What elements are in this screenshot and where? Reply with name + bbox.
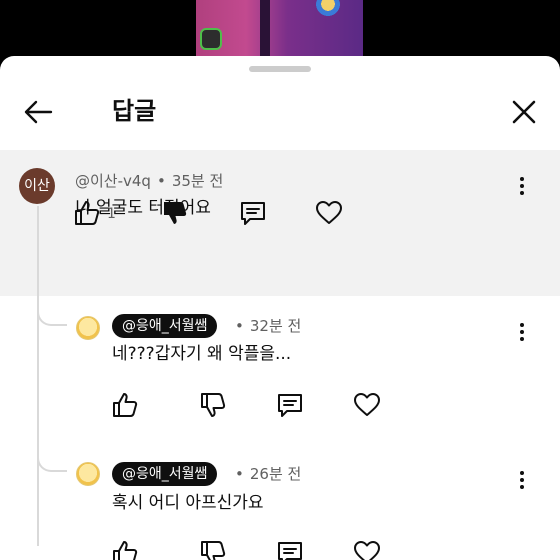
thumbs-down-icon xyxy=(201,393,226,417)
thread-line xyxy=(37,206,39,546)
more-options-button[interactable] xyxy=(510,468,534,492)
page-title: 답글 xyxy=(112,97,157,125)
like-button[interactable] xyxy=(72,198,102,228)
comment-time[interactable]: 35분 전 xyxy=(172,172,223,190)
comment-meta: • 26분 전 xyxy=(235,465,302,483)
comment-meta: @이산-v4q • 35분 전 xyxy=(75,172,224,190)
more-options-button[interactable] xyxy=(510,320,534,344)
thumbs-up-icon xyxy=(75,201,100,225)
comment-time[interactable]: 32분 전 xyxy=(250,317,301,335)
reply-button[interactable] xyxy=(275,390,305,420)
more-vertical-icon xyxy=(520,177,524,195)
creator-author-badge[interactable]: @응애_서월쌤 xyxy=(112,462,218,486)
thumbs-down-filled-icon xyxy=(164,202,187,224)
close-button[interactable] xyxy=(504,92,544,132)
drag-handle[interactable] xyxy=(249,66,311,72)
thumbs-down-icon xyxy=(201,541,226,560)
comment-icon xyxy=(278,542,302,560)
thumbs-up-icon xyxy=(113,541,138,560)
avatar[interactable]: 이산 xyxy=(19,168,55,204)
arrow-left-icon xyxy=(24,100,53,124)
more-vertical-icon xyxy=(520,323,524,341)
game-character-icon xyxy=(316,0,340,16)
comment-time[interactable]: 26분 전 xyxy=(250,465,301,483)
comment-icon xyxy=(241,202,265,225)
more-vertical-icon xyxy=(520,471,524,489)
thread-connector xyxy=(37,308,67,326)
replies-sheet: 답글 이산 @이산-v4q • 35분 전 니 얼굴도 터졌어요 1 @응애_서… xyxy=(0,56,560,560)
comment-text: 혹시 어디 아프신가요 xyxy=(112,493,264,513)
more-options-button[interactable] xyxy=(510,174,534,198)
creator-avatar xyxy=(200,28,222,50)
author-name[interactable]: @이산-v4q xyxy=(75,172,151,190)
comment-text: 네???갑자기 왜 악플을... xyxy=(112,344,292,364)
heart-button[interactable] xyxy=(352,538,382,560)
dislike-button[interactable] xyxy=(198,390,228,420)
like-button[interactable] xyxy=(110,538,140,560)
dislike-button[interactable] xyxy=(160,198,190,228)
comment-icon xyxy=(278,394,302,417)
like-count: 1 xyxy=(107,206,116,222)
sheet-header: 답글 xyxy=(0,80,560,140)
dislike-button[interactable] xyxy=(198,538,228,560)
back-button[interactable] xyxy=(18,92,58,132)
close-icon xyxy=(512,100,536,124)
comment-meta: • 32분 전 xyxy=(235,317,302,335)
video-background xyxy=(0,0,560,62)
creator-author-badge[interactable]: @응애_서월쌤 xyxy=(112,314,218,338)
reply-button[interactable] xyxy=(238,198,268,228)
thread-connector xyxy=(37,454,67,472)
like-button[interactable] xyxy=(110,390,140,420)
heart-button[interactable] xyxy=(352,390,382,420)
thumbs-up-icon xyxy=(113,393,138,417)
heart-icon xyxy=(316,201,342,224)
avatar[interactable] xyxy=(76,316,100,340)
reply-button[interactable] xyxy=(275,538,305,560)
heart-icon xyxy=(354,393,380,416)
heart-icon xyxy=(354,541,380,560)
parent-comment: 이산 @이산-v4q • 35분 전 니 얼굴도 터졌어요 1 xyxy=(0,150,560,296)
avatar[interactable] xyxy=(76,462,100,486)
heart-button[interactable] xyxy=(314,198,344,228)
video-thumbnail xyxy=(196,0,363,62)
